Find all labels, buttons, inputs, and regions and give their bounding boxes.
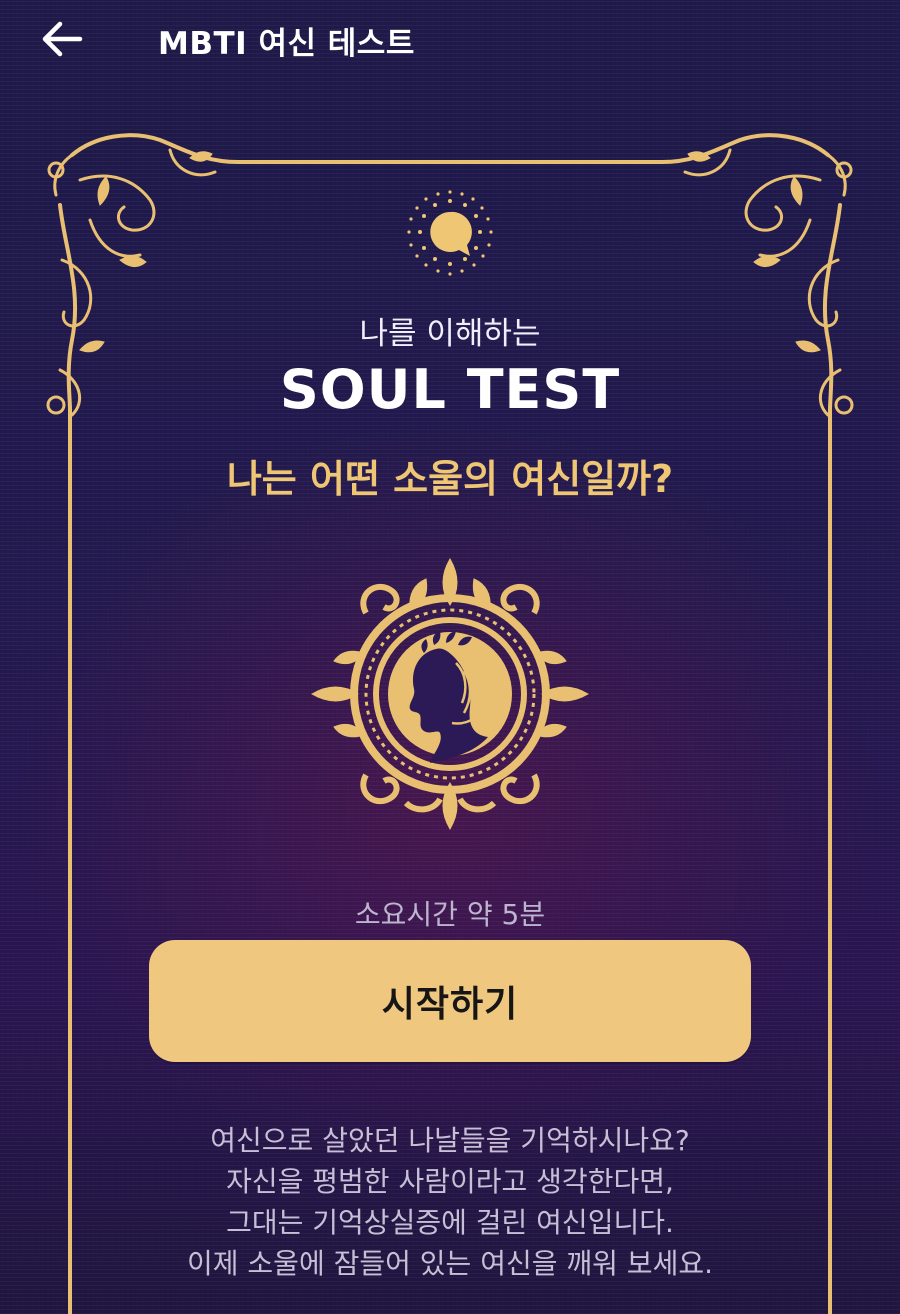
- start-button-label: 시작하기: [381, 984, 519, 1025]
- speech-bubble-spark-icon: [407, 190, 493, 276]
- app-title: MBTI 여신 테스트: [158, 26, 415, 62]
- arrow-left-icon: [42, 21, 83, 57]
- hero-subtitle: 나를 이해하는: [359, 316, 541, 352]
- description: 여신으로 살았던 나날들을 기억하시나요? 자신을 평범한 사람이라고 생각한다…: [0, 1120, 900, 1284]
- hero-question: 나는 어떤 소울의 여신일까?: [226, 457, 674, 501]
- app-header: MBTI 여신 테스트: [0, 0, 900, 78]
- description-line: 자신을 평범한 사람이라고 생각한다면,: [226, 1165, 674, 1198]
- description-line: 이제 소울에 잠들어 있는 여신을 깨워 보세요.: [187, 1247, 713, 1280]
- start-button[interactable]: 시작하기: [149, 940, 751, 1062]
- screen: MBTI 여신 테스트 나를 이해하는 SOUL TEST 나는 어떤 소울의 …: [0, 0, 900, 1314]
- goddess-medallion-icon: [311, 558, 589, 830]
- description-line: 여신으로 살았던 나날들을 기억하시나요?: [210, 1124, 690, 1157]
- back-button[interactable]: [36, 16, 88, 62]
- description-line: 그대는 기억상실증에 걸린 여신입니다.: [226, 1206, 674, 1239]
- duration-text: 소요시간 약 5분: [354, 898, 546, 931]
- hero-title: SOUL TEST: [279, 358, 621, 421]
